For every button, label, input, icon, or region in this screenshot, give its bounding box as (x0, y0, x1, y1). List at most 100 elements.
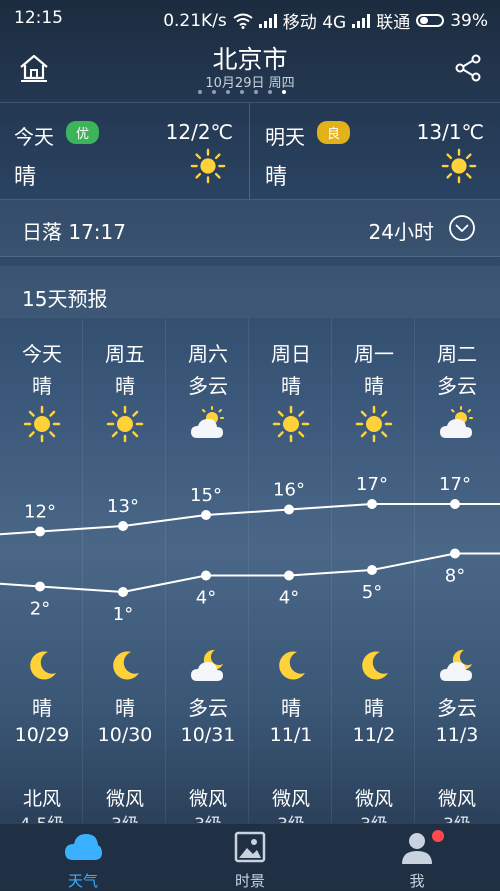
cloud-icon (65, 834, 102, 860)
forecast-title: 15天预报 (22, 287, 108, 311)
forecast-night-condition: 晴 (364, 696, 384, 720)
battery-icon (416, 14, 445, 27)
sunset-bar: 日落 17:17 24小时 (0, 200, 500, 257)
moon-icon (113, 651, 139, 680)
forecast-night-condition: 晴 (32, 696, 52, 720)
status-bar: 12:15 0.21K/s 移动 4G 联通 39% (0, 0, 500, 34)
low-temp-point (450, 548, 460, 559)
share-icon[interactable] (454, 54, 482, 82)
low-temp-point (118, 587, 128, 597)
low-temp-point (35, 581, 45, 592)
forecast-day-name: 周五 (105, 342, 145, 366)
high-temp-label: 15° (190, 485, 222, 506)
high-temp-point (118, 521, 128, 531)
low-temp-label: 4° (196, 588, 216, 609)
person-icon (402, 833, 432, 864)
forecast-day-condition: 多云 (437, 374, 477, 398)
wind-direction: 北风 (22, 788, 61, 810)
forecast-day-condition: 多云 (188, 374, 228, 398)
page-dot (282, 90, 286, 94)
high-temp-point (450, 499, 460, 509)
low-temp-line (0, 552, 500, 594)
low-temp-label: 5° (362, 582, 382, 603)
tab-label: 时景 (234, 872, 265, 890)
today-label: 今天 (14, 125, 54, 149)
page-dot (254, 90, 258, 94)
forecast-date: 10/29 (14, 724, 70, 746)
today-condition: 晴 (14, 165, 37, 190)
status-time: 12:15 (14, 8, 63, 28)
page-indicator (198, 90, 286, 94)
low-temp-point (284, 570, 294, 581)
wifi-icon (233, 13, 253, 29)
today-aqi-badge: 优 (66, 121, 100, 144)
high-temp-label: 17° (356, 474, 388, 495)
high-temp-label: 13° (107, 496, 139, 517)
tomorrow-condition: 晴 (265, 165, 288, 190)
forecast-night-condition: 多云 (437, 696, 477, 720)
page-dot (240, 90, 244, 94)
low-temp-point (201, 570, 211, 581)
hourly-toggle-label[interactable]: 24小时 (369, 216, 434, 245)
forecast-day-name: 周一 (354, 342, 394, 366)
forecast-date: 10/30 (97, 724, 153, 746)
high-temp-label: 12° (24, 502, 56, 523)
bottom-tab-bar: 天气 时景 我 (0, 823, 500, 890)
forecast-night-condition: 晴 (115, 696, 135, 720)
status-right: 0.21K/s 移动 4G 联通 39% (163, 8, 488, 34)
tomorrow-temp: 13/1℃ (416, 120, 484, 144)
tomorrow-label: 明天 (265, 125, 305, 149)
tomorrow-aqi-badge: 良 (317, 121, 351, 144)
high-temp-point (367, 499, 377, 509)
sun-icon (441, 148, 477, 184)
low-temp-label: 1° (113, 604, 133, 625)
wind-direction: 微风 (354, 788, 393, 810)
forecast-day-condition: 晴 (32, 374, 52, 398)
high-temp-label: 17° (439, 474, 471, 495)
forecast-date: 11/2 (352, 724, 396, 746)
title-bar: 北京市 10月29日 周四 (0, 34, 500, 100)
tab-label: 我 (409, 872, 425, 890)
wind-direction: 微风 (271, 788, 310, 810)
forecast-day-name: 周六 (188, 342, 228, 366)
tomorrow-card[interactable]: 明天 良 13/1℃ 晴 (251, 103, 500, 199)
notification-badge (432, 830, 444, 842)
moon-icon (279, 651, 305, 680)
tab-scenery[interactable]: 时景 (167, 824, 333, 890)
forecast-night-condition: 多云 (188, 696, 228, 720)
high-temp-point (35, 526, 45, 537)
battery-percent: 39% (450, 10, 488, 31)
moon-icon (30, 651, 56, 680)
today-tomorrow-cards: 今天 优 12/2℃ 晴 明天 良 13/1℃ 晴 (0, 102, 500, 200)
photo-icon (234, 831, 266, 863)
tab-weather[interactable]: 天气 (0, 824, 166, 890)
sunset-time: 日落 17:17 (22, 220, 126, 244)
chevron-down-icon[interactable] (448, 214, 476, 242)
high-temp-point (201, 510, 211, 520)
tab-me[interactable]: 我 (334, 824, 500, 890)
high-temp-point (284, 504, 294, 515)
low-temp-point (367, 565, 377, 575)
today-temp: 12/2℃ (165, 120, 233, 144)
forecast-night-condition: 晴 (281, 696, 301, 720)
page-dot (226, 90, 230, 94)
wind-direction: 微风 (105, 788, 144, 810)
page-dot (212, 90, 216, 94)
current-date: 10月29日 周四 (205, 76, 295, 91)
today-card[interactable]: 今天 优 12/2℃ 晴 (0, 103, 250, 199)
forecast-day-name: 今天 (22, 342, 62, 366)
forecast-day-condition: 晴 (364, 374, 384, 398)
low-temp-label: 2° (30, 599, 50, 620)
signal-icon (258, 13, 277, 28)
cloudy-night-icon (440, 649, 472, 681)
moon-icon (362, 651, 388, 680)
city-name[interactable]: 北京市 (0, 40, 500, 76)
tab-label: 天气 (67, 872, 98, 890)
forecast-day-name: 周日 (271, 342, 311, 366)
low-temp-label: 8° (445, 566, 465, 587)
wind-direction: 微风 (437, 788, 476, 810)
signal-icon-2 (352, 13, 371, 28)
wind-direction: 微风 (188, 788, 227, 810)
forecast-day-name: 周二 (437, 342, 477, 366)
carrier-2: 联通 (376, 13, 411, 33)
